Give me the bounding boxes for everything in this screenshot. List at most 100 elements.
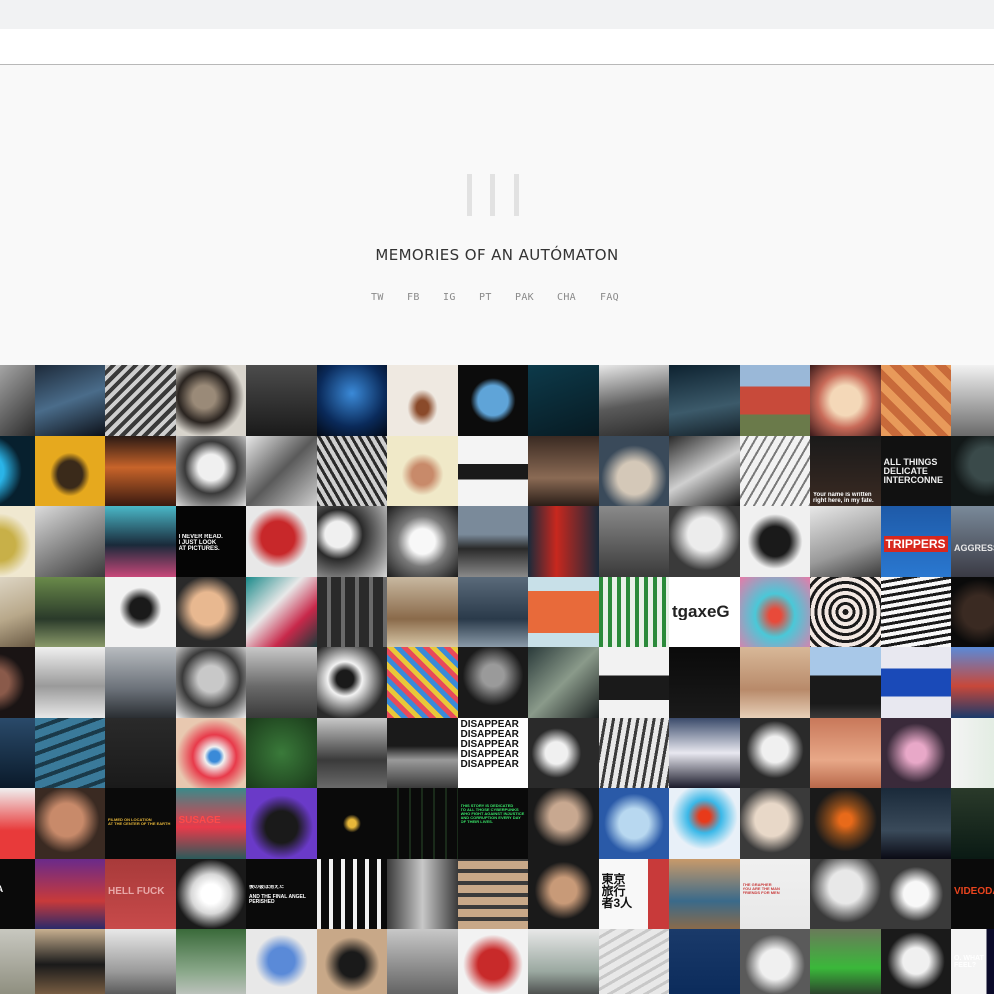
thumbnail-tile[interactable] [34,647,105,718]
nav-link-ig[interactable]: IG [443,292,456,303]
thumbnail-tile[interactable] [598,929,669,994]
thumbnail-tile[interactable] [528,929,599,994]
thumbnail-tile[interactable] [105,506,176,577]
thumbnail-tile[interactable] [0,576,35,647]
thumbnail-tile[interactable] [810,929,881,994]
thumbnail-tile[interactable]: FILMED ON LOCATION AT THE CENTER OF THE … [105,788,176,859]
thumbnail-tile[interactable]: SUSAGE [175,788,246,859]
thumbnail-tile[interactable] [739,788,810,859]
thumbnail-tile[interactable]: VIDEODA [951,858,994,929]
thumbnail-tile[interactable] [951,717,994,788]
thumbnail-tile[interactable]: HELL FUCK [105,858,176,929]
thumbnail-tile[interactable] [528,435,599,506]
thumbnail-tile[interactable] [246,506,317,577]
thumbnail-tile[interactable] [598,435,669,506]
thumbnail-tile[interactable] [34,506,105,577]
thumbnail-tile[interactable] [105,435,176,506]
thumbnail-tile[interactable] [0,647,35,718]
thumbnail-tile[interactable] [598,576,669,647]
nav-link-cha[interactable]: CHA [557,292,576,303]
thumbnail-tile[interactable] [598,788,669,859]
thumbnail-tile[interactable]: THE GRAPHER YOU ARE THE MAN FRIENDS FOR … [739,858,810,929]
thumbnail-tile[interactable] [387,506,458,577]
thumbnail-tile[interactable] [246,576,317,647]
thumbnail-tile[interactable] [739,647,810,718]
thumbnail-tile[interactable]: O. WHAT FEEL? [951,929,994,994]
thumbnail-tile[interactable] [669,717,740,788]
thumbnail-tile[interactable] [387,576,458,647]
thumbnail-tile[interactable] [457,435,528,506]
thumbnail-tile[interactable] [457,576,528,647]
thumbnail-tile[interactable] [528,647,599,718]
thumbnail-tile[interactable] [739,506,810,577]
thumbnail-tile[interactable] [880,717,951,788]
thumbnail-tile[interactable]: TRIPPERS [880,506,951,577]
thumbnail-tile[interactable] [105,929,176,994]
thumbnail-tile[interactable] [951,435,994,506]
thumbnail-tile[interactable] [457,506,528,577]
thumbnail-tile[interactable]: LOVE [0,788,35,859]
thumbnail-tile[interactable]: 東京 旅行 者3人 [598,858,669,929]
thumbnail-tile[interactable] [951,576,994,647]
thumbnail-tile[interactable] [34,435,105,506]
thumbnail-tile[interactable] [739,435,810,506]
thumbnail-tile[interactable] [528,576,599,647]
thumbnail-tile[interactable] [739,365,810,436]
thumbnail-tile[interactable] [0,506,35,577]
thumbnail-tile[interactable] [105,365,176,436]
thumbnail-tile[interactable] [669,929,740,994]
site-title[interactable]: MEMORIES OF AN AUTÓMATON [0,246,994,264]
thumbnail-tile[interactable] [105,647,176,718]
thumbnail-tile[interactable] [669,365,740,436]
thumbnail-tile[interactable] [951,647,994,718]
thumbnail-tile[interactable] [598,647,669,718]
thumbnail-tile[interactable] [34,365,105,436]
thumbnail-tile[interactable] [316,788,387,859]
thumbnail-tile[interactable] [880,365,951,436]
thumbnail-tile[interactable]: S NOT A TOM [0,858,35,929]
thumbnail-tile[interactable] [175,365,246,436]
thumbnail-tile[interactable] [175,435,246,506]
thumbnail-tile[interactable] [880,929,951,994]
nav-link-fb[interactable]: FB [407,292,420,303]
thumbnail-tile[interactable] [175,858,246,929]
nav-link-faq[interactable]: FAQ [600,292,619,303]
thumbnail-tile[interactable] [0,435,35,506]
thumbnail-tile[interactable] [457,365,528,436]
thumbnail-tile[interactable]: tgaxeG [669,576,740,647]
thumbnail-tile[interactable] [810,506,881,577]
thumbnail-tile[interactable] [0,717,35,788]
thumbnail-tile[interactable] [175,576,246,647]
thumbnail-tile[interactable] [246,717,317,788]
thumbnail-tile[interactable] [316,858,387,929]
thumbnail-tile[interactable] [528,788,599,859]
thumbnail-tile[interactable] [598,506,669,577]
thumbnail-tile[interactable] [387,365,458,436]
thumbnail-tile[interactable] [810,365,881,436]
thumbnail-tile[interactable] [528,858,599,929]
thumbnail-tile[interactable] [880,647,951,718]
thumbnail-tile[interactable] [739,576,810,647]
thumbnail-tile[interactable] [175,929,246,994]
thumbnail-tile[interactable] [316,435,387,506]
nav-link-pak[interactable]: PAK [515,292,534,303]
thumbnail-tile[interactable] [316,717,387,788]
thumbnail-tile[interactable] [175,647,246,718]
thumbnail-tile[interactable] [0,365,35,436]
thumbnail-tile[interactable] [810,788,881,859]
thumbnail-tile[interactable] [669,858,740,929]
thumbnail-tile[interactable] [387,788,458,859]
thumbnail-tile[interactable] [598,717,669,788]
thumbnail-tile[interactable]: ALL THINGS DELICATE INTERCONNE [880,435,951,506]
nav-link-pt[interactable]: PT [479,292,492,303]
thumbnail-tile[interactable] [316,929,387,994]
thumbnail-tile[interactable] [739,717,810,788]
thumbnail-tile[interactable] [34,717,105,788]
thumbnail-tile[interactable] [457,929,528,994]
thumbnail-tile[interactable] [387,858,458,929]
thumbnail-tile[interactable] [810,717,881,788]
thumbnail-tile[interactable] [528,717,599,788]
thumbnail-tile[interactable] [457,647,528,718]
thumbnail-tile[interactable] [387,717,458,788]
thumbnail-tile[interactable] [387,929,458,994]
